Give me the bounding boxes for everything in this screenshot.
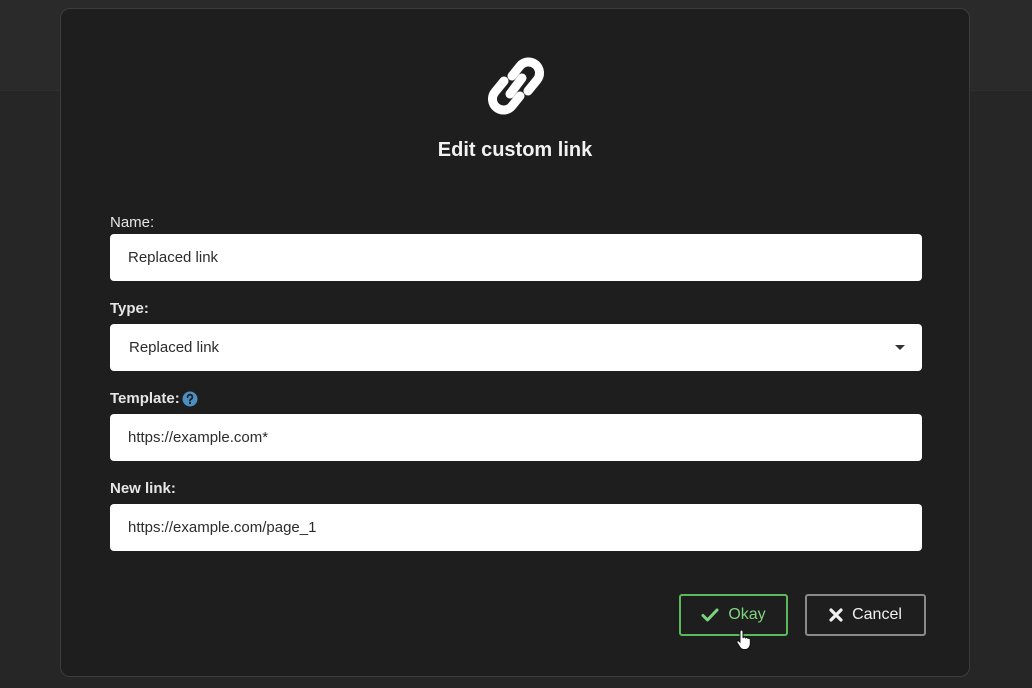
cancel-button-label: Cancel: [852, 606, 902, 623]
new-link-input[interactable]: https://example.com/page_1: [110, 504, 922, 551]
template-label: Template:: [110, 390, 180, 407]
template-input[interactable]: https://example.com*: [110, 414, 922, 461]
new-link-label: New link:: [110, 480, 176, 497]
name-label: Name:: [110, 214, 155, 231]
chevron-down-icon: [895, 345, 905, 350]
name-input[interactable]: Replaced link: [110, 234, 922, 281]
help-icon[interactable]: [182, 391, 198, 407]
template-label-row: Template:: [110, 390, 198, 407]
dialog-title: Edit custom link: [437, 139, 593, 161]
hand-pointer-cursor-icon: [736, 629, 751, 650]
close-icon: [829, 608, 843, 622]
okay-button-label: Okay: [728, 606, 766, 623]
type-select[interactable]: Replaced link: [110, 324, 922, 371]
type-label: Type:: [110, 300, 149, 317]
link-icon: [488, 57, 544, 115]
edit-link-dialog: Edit custom link Name: Replaced link Typ…: [60, 8, 970, 677]
checkmark-icon: [701, 608, 719, 622]
type-select-value: Replaced link: [129, 339, 220, 356]
cancel-button[interactable]: Cancel: [805, 594, 926, 636]
